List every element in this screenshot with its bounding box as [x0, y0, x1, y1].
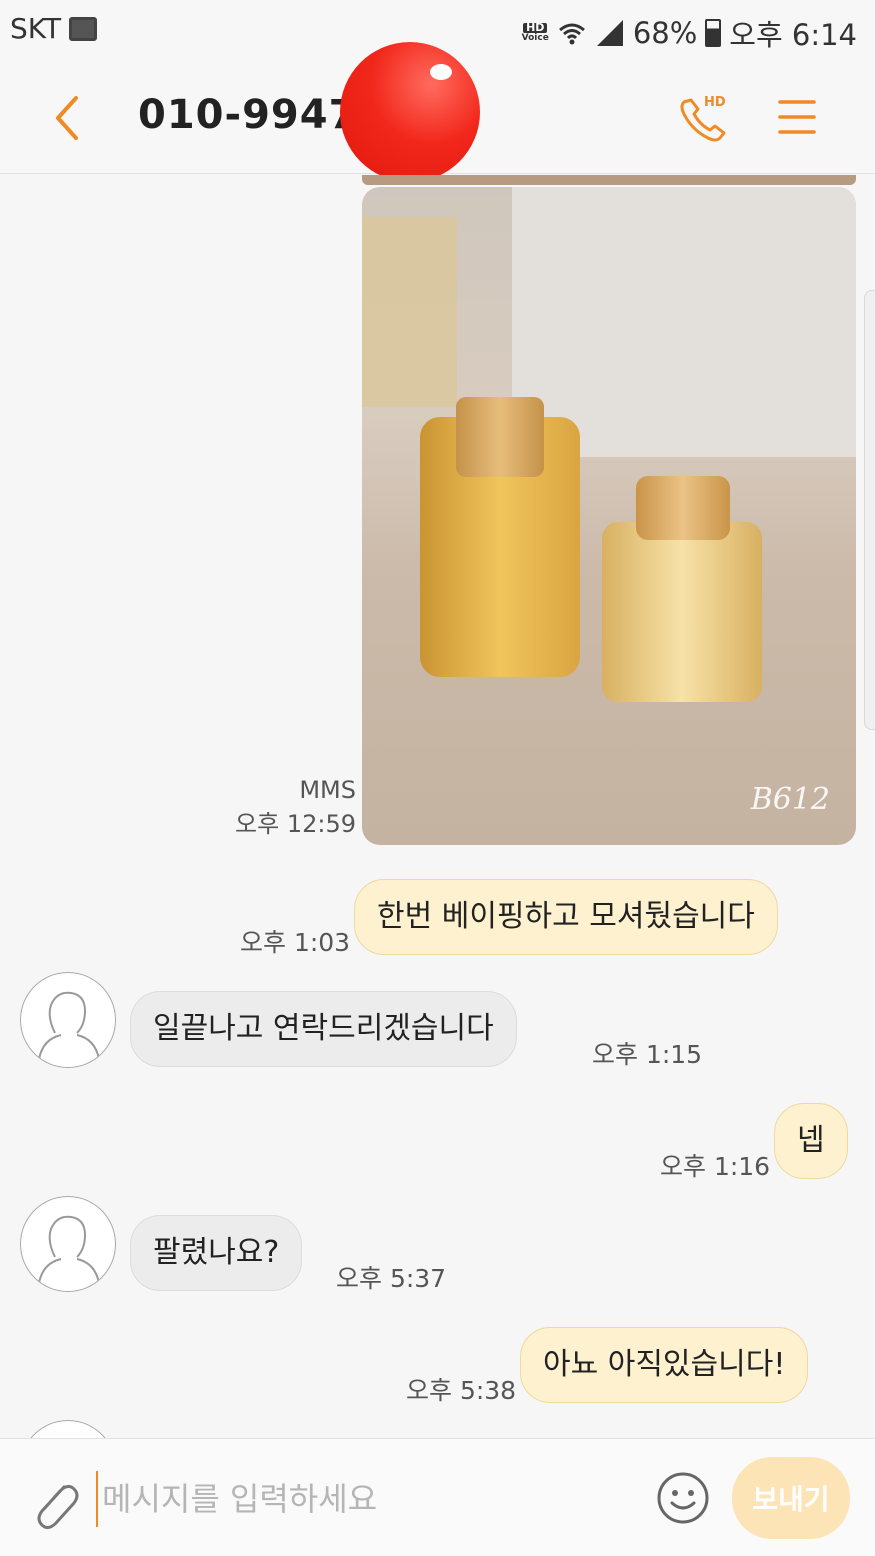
outgoing-message[interactable]: 아뇨 아직있습니다! [520, 1327, 809, 1403]
attach-icon[interactable] [28, 1473, 80, 1533]
outgoing-message[interactable]: 한번 베이핑하고 모셔뒀습니다 [354, 879, 778, 955]
message-time: 오후 5:38 [406, 1376, 517, 1405]
composer: 보내기 [0, 1438, 875, 1556]
battery-percent: 68% [632, 16, 698, 50]
menu-icon[interactable] [778, 98, 816, 136]
hd-voice-icon: HD Voice [521, 22, 549, 43]
mms-image[interactable]: B612 [362, 187, 856, 845]
wifi-icon [558, 23, 585, 45]
mms-time: 오후 12:59 [235, 810, 356, 838]
redaction-mark [340, 42, 480, 182]
previous-image-edge [362, 175, 856, 185]
message-time: 오후 5:37 [336, 1264, 447, 1293]
message-time: 오후 1:15 [592, 1040, 703, 1069]
image-notification-icon [69, 16, 98, 41]
battery-icon [705, 19, 722, 47]
avatar-icon [38, 1215, 100, 1284]
hd-voice-top: HD [523, 22, 548, 33]
back-icon[interactable] [48, 90, 88, 146]
incoming-message[interactable]: 팔렸나요? [130, 1215, 303, 1291]
clock: 오후 6:14 [729, 18, 857, 52]
emoji-icon[interactable] [656, 1471, 710, 1525]
outgoing-message[interactable]: 넵 [774, 1103, 848, 1179]
hd-call-icon[interactable]: HD [676, 92, 732, 144]
incoming-message[interactable]: 일끝나고 연락드리겠습니다 [130, 991, 517, 1067]
message-list[interactable]: B612 MMS 오후 12:59 오후 1:03 한번 베이핑하고 모셔뒀습니… [0, 175, 875, 1438]
mms-meta: MMS 오후 12:59 [200, 773, 356, 841]
message-time: 오후 1:16 [660, 1152, 771, 1181]
conversation-header: 010-9947- HD [0, 42, 875, 182]
signal-icon [596, 20, 623, 46]
photo-atomizer-left [420, 397, 580, 677]
photo-watermark: B612 [750, 782, 830, 817]
scrollbar[interactable] [864, 290, 875, 730]
photo-bottle [362, 217, 457, 407]
carrier-label: SKT [10, 12, 62, 45]
call-hd-badge: HD [704, 95, 726, 110]
avatar[interactable] [20, 1196, 116, 1292]
message-time: 오후 1:03 [240, 928, 351, 957]
avatar[interactable] [20, 1420, 116, 1438]
message-input[interactable] [96, 1471, 636, 1527]
send-button[interactable]: 보내기 [732, 1457, 850, 1539]
mms-label: MMS [299, 776, 356, 804]
photo-atomizer-right [602, 476, 762, 702]
hd-voice-bottom: Voice [521, 33, 549, 43]
avatar[interactable] [20, 972, 116, 1068]
avatar-icon [38, 991, 100, 1060]
